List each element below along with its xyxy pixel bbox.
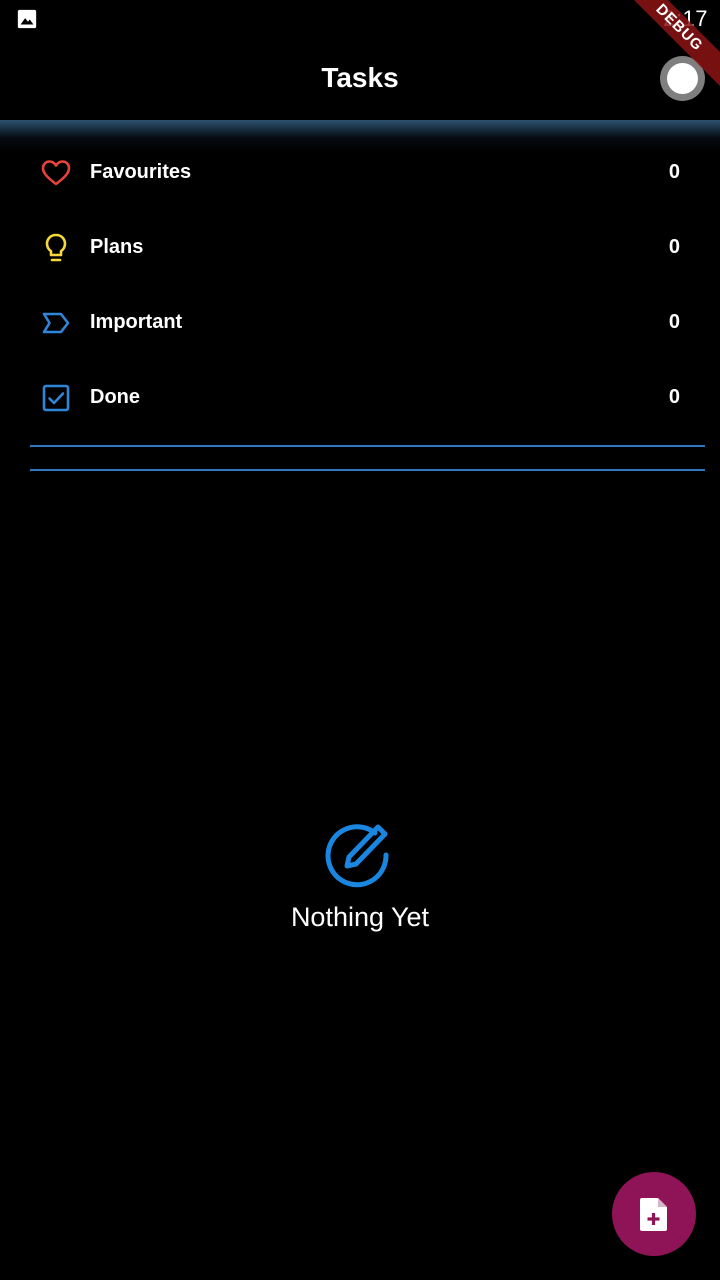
category-count: 0 — [668, 236, 680, 258]
category-label: Done — [90, 386, 140, 408]
category-list: Favourites 0 Plans 0 Important 0 Done 0 — [30, 135, 705, 435]
page-title: Tasks — [321, 62, 399, 93]
lightbulb-icon — [45, 233, 67, 262]
image-icon — [17, 9, 37, 29]
category-count: 0 — [668, 386, 680, 408]
category-label: Favourites — [90, 161, 192, 183]
app-bar: Tasks — [0, 40, 720, 120]
category-count: 0 — [668, 161, 680, 183]
checkbox-icon — [42, 384, 70, 412]
category-label: Plans — [90, 236, 144, 258]
add-task-button[interactable] — [612, 1172, 696, 1256]
divider — [30, 445, 705, 447]
category-label: Important — [90, 311, 183, 333]
category-item-done[interactable]: Done 0 — [30, 360, 705, 435]
label-icon — [42, 312, 70, 334]
empty-state-text: Nothing Yet — [290, 902, 430, 932]
category-item-favourites[interactable]: Favourites 0 — [30, 135, 705, 210]
add-note-icon — [640, 1198, 667, 1231]
edit-circle-icon — [325, 824, 389, 888]
heart-icon — [41, 160, 71, 186]
status-bar: 2:17 — [0, 0, 720, 40]
category-item-important[interactable]: Important 0 — [30, 285, 705, 360]
divider — [30, 469, 705, 471]
category-count: 0 — [668, 311, 680, 333]
screen: 2:17 DEBUG Tasks Favourites 0 Plans 0 — [0, 0, 720, 1280]
category-item-plans[interactable]: Plans 0 — [30, 210, 705, 285]
